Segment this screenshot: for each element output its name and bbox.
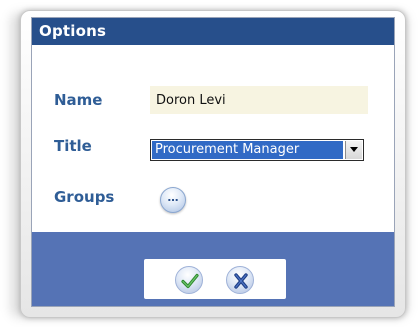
dialog-footer [32,232,394,306]
name-label: Name [54,91,103,109]
title-label: Title [54,137,92,155]
checkmark-icon [181,273,199,289]
title-select[interactable]: Procurement Manager [150,139,364,161]
dropdown-arrow-icon[interactable] [345,141,362,159]
title-select-value[interactable]: Procurement Manager [152,141,343,159]
groups-browse-button[interactable]: … [160,187,186,213]
name-field[interactable] [150,86,368,114]
stage: Options Name Title Procurement Manager G… [0,0,419,327]
button-bar [144,259,286,299]
cancel-button[interactable] [226,266,254,294]
title-bar: Options [32,18,394,45]
groups-label: Groups [54,188,115,206]
options-dialog: Options Name Title Procurement Manager G… [20,10,406,318]
dialog-title: Options [39,22,107,40]
dialog-content: Options Name Title Procurement Manager G… [31,17,395,307]
ok-button[interactable] [175,266,203,294]
ellipsis-icon: … [167,191,179,204]
x-icon [234,273,248,289]
